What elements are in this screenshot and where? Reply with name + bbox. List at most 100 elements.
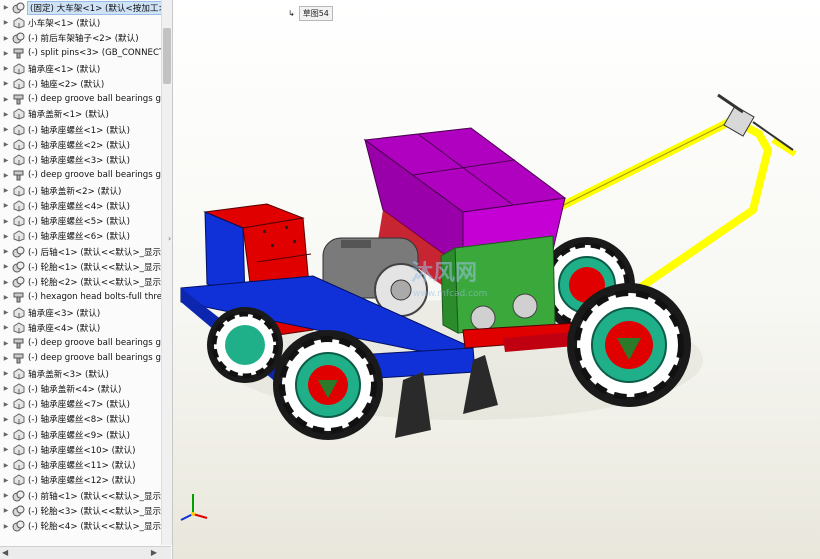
tree-item[interactable]: ▶ (-) 轴座<2> (默认): [0, 76, 172, 91]
tree-item-label: (-) deep groove ball bearings g: [28, 170, 161, 181]
tree-item-label: 轴承座<4> (默认): [28, 323, 101, 334]
tree-item[interactable]: ▶ (-) 轴承座螺丝<2> (默认): [0, 137, 172, 152]
expand-arrow-icon[interactable]: ▶: [0, 80, 12, 87]
tree-item-label: (-) 轴座<2> (默认): [28, 79, 105, 90]
expand-arrow-icon[interactable]: ▶: [0, 401, 12, 408]
scroll-right-icon[interactable]: ▶: [151, 548, 157, 557]
tree-item[interactable]: ▶ (-) 轴承座螺丝<11> (默认): [0, 458, 172, 473]
tree-item-label: 轴承座<3> (默认): [28, 308, 101, 319]
expand-arrow-icon[interactable]: ▶: [0, 4, 12, 11]
tree-item[interactable]: ▶ (-) 轮胎<1> (默认<<默认>_显示状: [0, 259, 172, 274]
tree-item[interactable]: ▶ (-) deep groove ball bearings g: [0, 351, 172, 366]
tree-item[interactable]: ▶ (-) 轴承座螺丝<8> (默认): [0, 412, 172, 427]
tree-item[interactable]: ▶ (-) hexagon head bolts-full thre: [0, 290, 172, 305]
feature-manager-tree[interactable]: ▶ (固定) 大车架<1> (默认<按加工> ▶ 小车架<1> (默认) ▶ (-) 前后…: [0, 0, 173, 559]
expand-arrow-icon[interactable]: ▶: [0, 202, 12, 209]
tree-scroll-thumb[interactable]: [163, 28, 171, 84]
tree-item[interactable]: ▶ (-) 前轴<1> (默认<<默认>_显示状: [0, 488, 172, 503]
tree-item[interactable]: ▶ (-) 前后车架轴子<2> (默认): [0, 31, 172, 46]
tree-item[interactable]: ▶ (-) 轴承盖新<4> (默认): [0, 381, 172, 396]
expand-arrow-icon[interactable]: ▶: [0, 111, 12, 118]
watermark-url: www.mfcad.com: [413, 289, 487, 299]
assembly-icon: [12, 520, 25, 532]
tree-item[interactable]: ▶ (-) 轴承盖新<2> (默认): [0, 183, 172, 198]
toolbox-part-icon: [12, 337, 25, 349]
part-icon: [12, 398, 25, 410]
tree-item[interactable]: ▶ (固定) 大车架<1> (默认<按加工>: [0, 0, 172, 15]
expand-arrow-icon[interactable]: ▶: [0, 50, 12, 57]
tree-item[interactable]: ▶ (-) deep groove ball bearings g: [0, 336, 172, 351]
expand-arrow-icon[interactable]: ▶: [0, 35, 12, 42]
tree-vertical-scrollbar[interactable]: [161, 0, 172, 545]
tree-item-label: (-) 轴承座螺丝<1> (默认): [28, 125, 131, 136]
part-icon: [12, 368, 25, 380]
expand-arrow-icon[interactable]: ▶: [0, 19, 12, 26]
expand-arrow-icon[interactable]: ▶: [0, 187, 12, 194]
expand-arrow-icon[interactable]: ▶: [0, 233, 12, 240]
tree-item-label: (-) 轴承盖新<2> (默认): [28, 186, 122, 197]
tree-item[interactable]: ▶ 轴承座<1> (默认): [0, 61, 172, 76]
expand-arrow-icon[interactable]: ▶: [0, 294, 12, 301]
tree-item[interactable]: ▶ (-) 轮胎<4> (默认<<默认>_显示状: [0, 519, 172, 534]
expand-arrow-icon[interactable]: ▶: [0, 431, 12, 438]
tree-item[interactable]: ▶ (-) 轴承座螺丝<5> (默认): [0, 214, 172, 229]
tree-item[interactable]: ▶ (-) deep groove ball bearings g: [0, 168, 172, 183]
expand-arrow-icon[interactable]: ▶: [0, 385, 12, 392]
tree-item[interactable]: ▶ (-) 轴承座螺丝<3> (默认): [0, 153, 172, 168]
expand-arrow-icon[interactable]: ▶: [0, 141, 12, 148]
tree-item[interactable]: ▶ 轴承座<4> (默认): [0, 320, 172, 335]
expand-arrow-icon[interactable]: ▶: [0, 340, 12, 347]
part-icon: [12, 322, 25, 334]
tree-item[interactable]: ▶ (-) 轮胎<3> (默认<<默认>_显示状: [0, 503, 172, 518]
tree-item[interactable]: ▶ (-) split pins<3> (GB_CONNECT: [0, 46, 172, 61]
tree-item-label: (-) deep groove ball bearings g: [28, 94, 161, 105]
expand-arrow-icon[interactable]: ▶: [0, 446, 12, 453]
tree-horizontal-scrollbar[interactable]: ◀ ▶: [0, 546, 171, 559]
expand-arrow-icon[interactable]: ▶: [0, 370, 12, 377]
part-icon: [12, 200, 25, 212]
expand-arrow-icon[interactable]: ▶: [0, 324, 12, 331]
tree-item[interactable]: ▶ (-) 轴承座螺丝<6> (默认): [0, 229, 172, 244]
expand-arrow-icon[interactable]: ▶: [0, 263, 12, 270]
tree-item-label: (-) 轮胎<1> (默认<<默认>_显示状: [28, 262, 170, 273]
tree-item[interactable]: ▶ (-) 后轴<1> (默认<<默认>_显示状: [0, 244, 172, 259]
tree-item[interactable]: ▶ 小车架<1> (默认): [0, 15, 172, 30]
expand-arrow-icon[interactable]: ▶: [0, 492, 12, 499]
tree-item-label: (-) 前后车架轴子<2> (默认): [28, 34, 139, 45]
scroll-left-icon[interactable]: ◀: [2, 548, 8, 557]
expand-arrow-icon[interactable]: ▶: [0, 279, 12, 286]
expand-arrow-icon[interactable]: ▶: [0, 507, 12, 514]
tree-item[interactable]: ▶ (-) deep groove ball bearings g: [0, 92, 172, 107]
expand-arrow-icon[interactable]: ▶: [0, 416, 12, 423]
expand-arrow-icon[interactable]: ▶: [0, 309, 12, 316]
tree-item[interactable]: ▶ 轴承盖新<3> (默认): [0, 366, 172, 381]
panel-collapse-handle[interactable]: ›: [168, 234, 171, 243]
tree-item[interactable]: ▶ 轴承盖新<1> (默认): [0, 107, 172, 122]
tree-item[interactable]: ▶ 轴承座<3> (默认): [0, 305, 172, 320]
tree-item[interactable]: ▶ (-) 轴承座螺丝<10> (默认): [0, 442, 172, 457]
part-icon: [12, 215, 25, 227]
planter-machine-model: 沐风网 www.mfcad.com: [180, 93, 797, 440]
tree-item[interactable]: ▶ (-) 轴承座螺丝<9> (默认): [0, 427, 172, 442]
tree-item[interactable]: ▶ (-) 轴承座螺丝<12> (默认): [0, 473, 172, 488]
tree-item[interactable]: ▶ (-) 轴承座螺丝<7> (默认): [0, 397, 172, 412]
expand-arrow-icon[interactable]: ▶: [0, 172, 12, 179]
tree-item-label: (-) 前轴<1> (默认<<默认>_显示状: [28, 491, 170, 502]
tree-item[interactable]: ▶ (-) 轴承座螺丝<4> (默认): [0, 198, 172, 213]
watermark-text: 沐风网: [411, 261, 477, 286]
expand-arrow-icon[interactable]: ▶: [0, 477, 12, 484]
graphics-viewport[interactable]: ↳ 草图54 沐风网 www.mfcad.com: [173, 0, 820, 559]
expand-arrow-icon[interactable]: ▶: [0, 96, 12, 103]
expand-arrow-icon[interactable]: ▶: [0, 157, 12, 164]
expand-arrow-icon[interactable]: ▶: [0, 126, 12, 133]
expand-arrow-icon[interactable]: ▶: [0, 355, 12, 362]
tree-item-label: 轴承座<1> (默认): [28, 64, 101, 75]
tree-item[interactable]: ▶ (-) 轴承座螺丝<1> (默认): [0, 122, 172, 137]
expand-arrow-icon[interactable]: ▶: [0, 462, 12, 469]
expand-arrow-icon[interactable]: ▶: [0, 65, 12, 72]
expand-arrow-icon[interactable]: ▶: [0, 523, 12, 530]
tree-item[interactable]: ▶ (-) 轮胎<2> (默认<<默认>_显示状: [0, 275, 172, 290]
expand-arrow-icon[interactable]: ▶: [0, 248, 12, 255]
expand-arrow-icon[interactable]: ▶: [0, 218, 12, 225]
tree-item-label: (-) split pins<3> (GB_CONNECT: [28, 48, 165, 59]
